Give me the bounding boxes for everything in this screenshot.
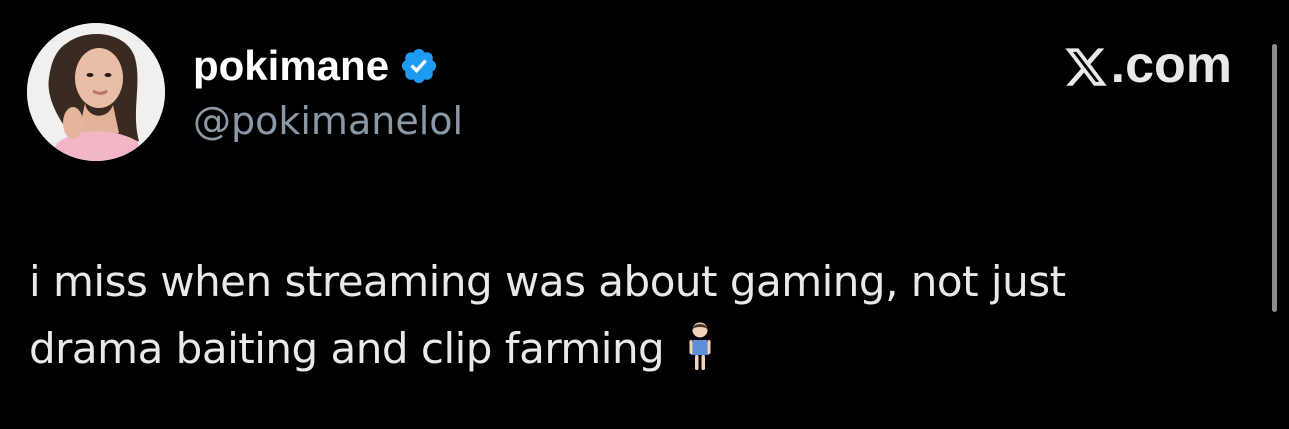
tweet-text-line-1: i miss when streaming was about gaming, … <box>29 257 1066 306</box>
avatar-image <box>27 23 165 161</box>
avatar[interactable] <box>27 23 165 161</box>
scrollbar[interactable] <box>1272 44 1277 312</box>
tweet-text-line-2: drama baiting and clip farming <box>29 315 1259 382</box>
brand-domain-text: .com <box>1110 36 1232 94</box>
tweet-text: i miss when streaming was about gaming, … <box>29 248 1259 382</box>
author-name-row: pokimane <box>193 38 439 94</box>
x-logo-icon <box>1063 42 1109 88</box>
x-brand-label: .com <box>1063 34 1232 96</box>
author-handle[interactable]: @pokimanelol <box>193 96 463 146</box>
display-name[interactable]: pokimane <box>193 38 389 94</box>
tweet-card: pokimane @pokimanelol .com i miss when s… <box>0 0 1289 429</box>
standing-woman-emoji-icon <box>680 321 720 373</box>
tweet-text-line-2-content: drama baiting and clip farming <box>29 324 665 373</box>
verified-badge-icon <box>399 46 439 86</box>
